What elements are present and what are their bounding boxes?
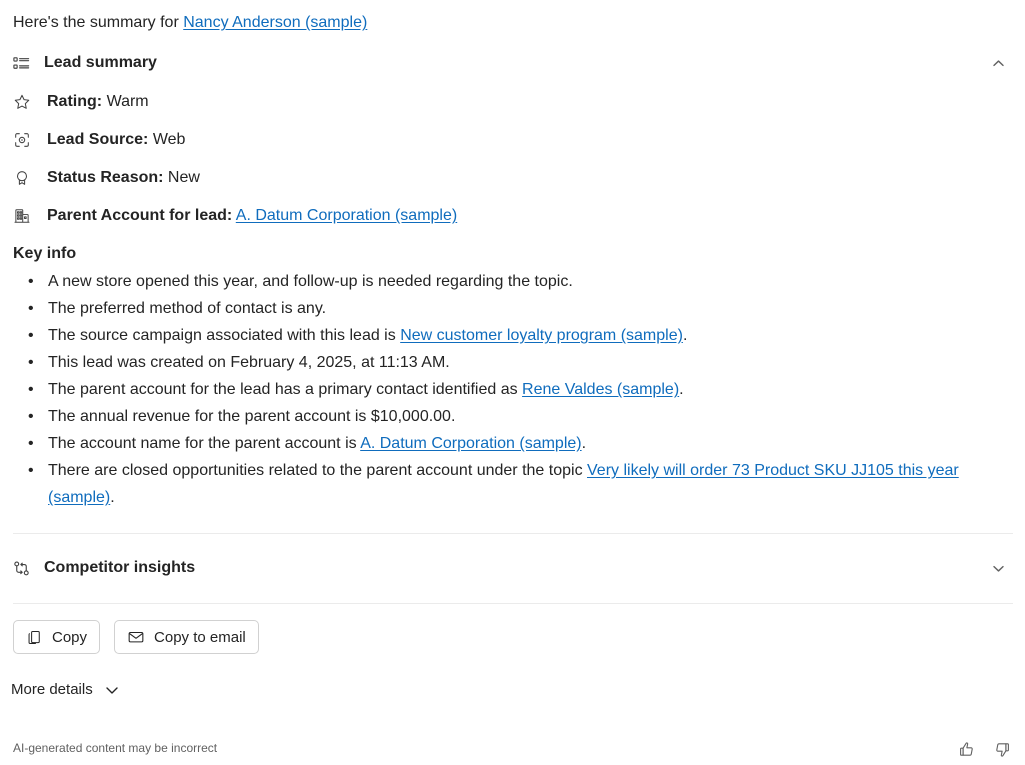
- lead-name-link[interactable]: Nancy Anderson (sample): [183, 14, 367, 31]
- copy-button-label: Copy: [52, 628, 88, 646]
- field-value-lead-source: Web: [152, 131, 186, 148]
- key-info-text: The source campaign associated with this…: [48, 327, 401, 344]
- lead-summary-title: Lead summary: [44, 54, 157, 71]
- key-info-link[interactable]: New customer loyalty program (sample): [400, 327, 683, 344]
- key-info-item: A new store opened this year, and follow…: [28, 268, 1008, 295]
- field-label-lead-source: Lead Source:: [47, 131, 149, 148]
- key-info-text: The annual revenue for the parent accoun…: [48, 408, 456, 425]
- divider-bottom: [13, 603, 1013, 604]
- key-info-text: A new store opened this year, and follow…: [48, 273, 573, 290]
- copy-button[interactable]: Copy: [13, 620, 101, 654]
- key-info-text: .: [110, 489, 115, 506]
- ai-disclaimer: AI-generated content may be incorrect: [13, 741, 218, 755]
- key-info-item: The source campaign associated with this…: [28, 322, 1008, 349]
- competitor-insights-header[interactable]: Competitor insights: [0, 553, 1025, 583]
- field-row-lead-source: Lead Source: Web: [0, 129, 900, 151]
- key-info-item: There are closed opportunities related t…: [28, 457, 1008, 511]
- key-info-text: There are closed opportunities related t…: [48, 462, 588, 479]
- key-info-link[interactable]: A. Datum Corporation (sample): [360, 435, 581, 452]
- more-details-toggle[interactable]: More details: [11, 681, 120, 698]
- copy-to-email-button[interactable]: Copy to email: [114, 620, 259, 654]
- lead-summary-card: Here's the summary for Nancy Anderson (s…: [0, 0, 1025, 765]
- field-row-status-reason: Status Reason: New: [0, 167, 900, 189]
- key-info-item: The parent account for the lead has a pr…: [28, 376, 1008, 403]
- star-icon: [13, 93, 39, 111]
- thumbs-down-icon[interactable]: [989, 736, 1015, 762]
- field-value-status-reason: New: [167, 169, 200, 186]
- key-info-text: The parent account for the lead has a pr…: [48, 381, 523, 398]
- mail-icon: [127, 628, 145, 646]
- parent-account-link[interactable]: A. Datum Corporation (sample): [236, 207, 457, 224]
- competitor-insights-title: Competitor insights: [44, 559, 196, 576]
- key-info-item: The preferred method of contact is any.: [28, 295, 1008, 322]
- field-value-rating: Warm: [106, 93, 149, 110]
- key-info-text: The account name for the parent account …: [48, 435, 361, 452]
- field-label-parent-account: Parent Account for lead:: [47, 207, 233, 224]
- building-icon: [13, 207, 39, 225]
- divider-top: [13, 533, 1013, 534]
- field-label-status-reason: Status Reason:: [47, 169, 164, 186]
- lead-summary-header[interactable]: Lead summary: [0, 48, 1025, 78]
- key-info-text: .: [682, 327, 688, 344]
- intro-line: Here's the summary for Nancy Anderson (s…: [13, 11, 367, 35]
- key-info-text: The preferred method of contact is any.: [48, 300, 327, 317]
- field-label-rating: Rating:: [47, 93, 103, 110]
- key-info-text: This lead was created on February 4, 202…: [48, 354, 450, 371]
- more-details-label: More details: [11, 681, 93, 698]
- feedback-controls: [953, 736, 1015, 762]
- key-info-title: Key info: [13, 245, 77, 262]
- key-info-text: .: [679, 381, 684, 398]
- summary-list-icon: [12, 54, 40, 73]
- ribbon-icon: [13, 169, 39, 187]
- key-info-item: This lead was created on February 4, 202…: [28, 349, 1008, 376]
- copy-to-email-button-label: Copy to email: [154, 628, 246, 646]
- scan-icon: [13, 131, 39, 149]
- chevron-down-icon: [104, 682, 120, 698]
- chevron-down-icon[interactable]: [985, 555, 1011, 581]
- key-info-link[interactable]: Rene Valdes (sample): [522, 381, 679, 398]
- key-info-text: .: [581, 435, 587, 452]
- key-info-list: A new store opened this year, and follow…: [13, 268, 1008, 511]
- chevron-up-icon[interactable]: [985, 50, 1011, 76]
- field-row-parent-account: Parent Account for lead: A. Datum Corpor…: [0, 205, 900, 227]
- thumbs-up-icon[interactable]: [953, 736, 979, 762]
- action-buttons: Copy Copy to email: [13, 620, 259, 654]
- intro-prefix: Here's the summary for: [13, 14, 184, 31]
- key-info-item: The account name for the parent account …: [28, 430, 1008, 457]
- branch-compare-icon: [12, 559, 40, 578]
- field-row-rating: Rating: Warm: [0, 91, 900, 113]
- key-info-item: The annual revenue for the parent accoun…: [28, 403, 1008, 430]
- copy-icon: [26, 629, 43, 646]
